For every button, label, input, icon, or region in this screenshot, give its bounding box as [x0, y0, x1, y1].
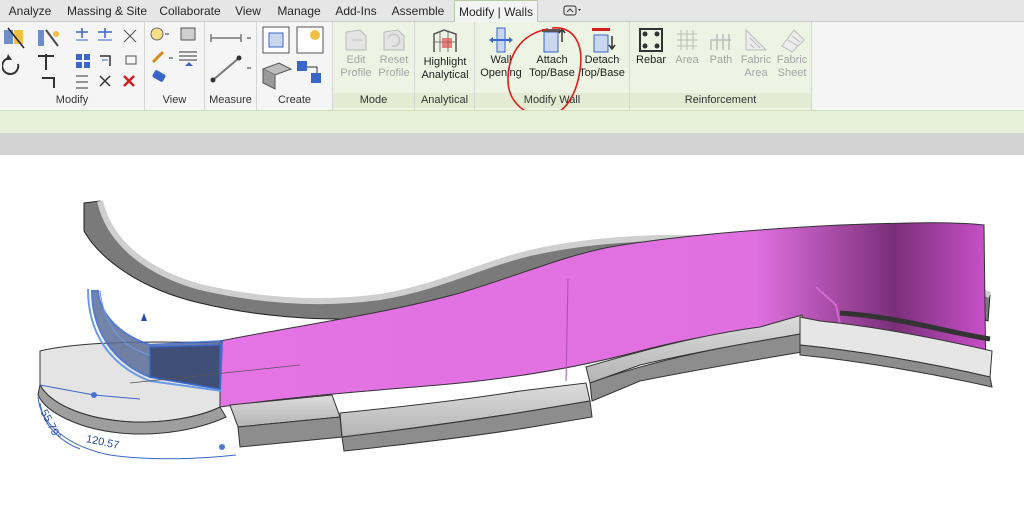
panel-reinforcement: Rebar Area Path Fabric Area Fabric Sheet…: [630, 22, 812, 110]
fabric-sheet-button[interactable]: Fabric Sheet: [774, 26, 810, 80]
tab-add-ins[interactable]: Add-Ins: [330, 0, 382, 22]
panel-label-view: View: [162, 94, 187, 106]
ribbon-toggle-icon: [563, 5, 581, 16]
tab-collaborate[interactable]: Collaborate: [156, 0, 224, 22]
panel-modify: Modify: [0, 22, 145, 110]
tab-view[interactable]: View: [230, 0, 266, 22]
panel-label-modify: Modify: [55, 94, 89, 106]
rebar-icon: [639, 28, 663, 52]
attach-top-base-icon: [542, 27, 566, 53]
tab-assemble[interactable]: Assemble: [388, 0, 448, 22]
panel-label-reinforcement: Reinforcement: [630, 93, 811, 108]
reset-profile-icon: [383, 29, 405, 51]
tab-manage[interactable]: Manage: [272, 0, 326, 22]
fabric-area-icon: [745, 28, 768, 51]
tab-analyze[interactable]: Analyze: [4, 0, 56, 22]
ribbon-options-dropdown[interactable]: [562, 3, 584, 18]
reset-profile-button[interactable]: Reset Profile: [375, 26, 413, 80]
panel-measure: Measure: [205, 22, 257, 110]
panel-view: View: [145, 22, 205, 110]
rebar-button[interactable]: Rebar: [632, 26, 670, 67]
panel-label-measure: Measure: [209, 94, 252, 106]
panel-analytical: Highlight Analytical Analytical: [415, 22, 475, 110]
area-reinforcement-icon: [677, 30, 697, 50]
highlight-analytical-button[interactable]: Highlight Analytical: [417, 26, 473, 82]
ribbon-tab-bar: Analyze Massing & Site Collaborate View …: [0, 0, 1024, 22]
fabric-sheet-icon: [781, 29, 805, 53]
fabric-area-button[interactable]: Fabric Area: [738, 26, 774, 80]
area-reinforcement-button[interactable]: Area: [670, 26, 704, 67]
wall-opening-icon: [489, 27, 513, 53]
measure-tools-icons[interactable]: [207, 28, 257, 88]
panel-label-mode: Mode: [333, 93, 414, 108]
edit-profile-icon: [345, 29, 367, 51]
tab-modify-walls[interactable]: Modify | Walls: [454, 0, 538, 22]
attach-top-base-button[interactable]: Attach Top/Base: [527, 26, 577, 80]
arc-length-dimension-label: 120.57: [85, 433, 120, 452]
highlight-analytical-icon: [433, 29, 457, 52]
path-reinforcement-button[interactable]: Path: [704, 26, 738, 67]
panel-create: Create: [257, 22, 333, 110]
tab-massing-site[interactable]: Massing & Site: [62, 0, 152, 22]
view-tools-icons[interactable]: [149, 26, 203, 90]
modify-tools-icons[interactable]: [2, 26, 142, 90]
wall-opening-button[interactable]: Wall Opening: [479, 26, 523, 80]
detach-top-base-button[interactable]: Detach Top/Base: [577, 26, 627, 80]
panel-label-analytical: Analytical: [415, 93, 474, 108]
3d-viewport[interactable]: 55.79° 120.57: [0, 155, 1024, 512]
options-bar: [0, 110, 1024, 133]
view-tab-strip: [0, 133, 1024, 155]
panel-mode: Edit Profile Reset Profile Mode: [333, 22, 415, 110]
edit-profile-button[interactable]: Edit Profile: [337, 26, 375, 80]
detach-top-base-icon: [592, 28, 616, 53]
revit-window: Analyze Massing & Site Collaborate View …: [0, 0, 1024, 512]
create-tools-icons[interactable]: [261, 25, 331, 91]
panel-modify-wall: Wall Opening Attach Top/Base Detach Top/…: [475, 22, 630, 110]
path-reinforcement-icon: [710, 34, 731, 50]
panel-label-create: Create: [277, 94, 312, 106]
wall-model-3d[interactable]: 55.79° 120.57: [0, 155, 1024, 512]
panel-label-modify-wall: Modify Wall: [475, 93, 629, 108]
